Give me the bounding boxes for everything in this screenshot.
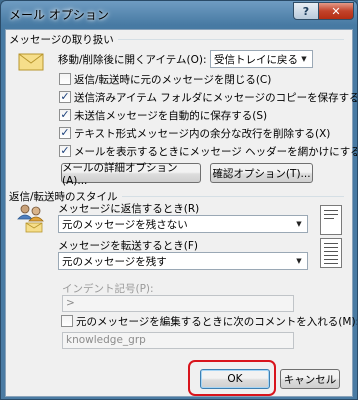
message-handling-group-label: メッセージの取り扱い [9, 32, 118, 47]
reply-style-label: メッセージに返信するとき(R) [58, 203, 200, 215]
reply-style-preview [320, 205, 342, 235]
close-icon: ✕ [331, 4, 341, 18]
help-icon: ? [302, 4, 310, 18]
comment-value: knowledge_grp [66, 334, 146, 346]
forward-style-preview [320, 238, 342, 268]
ok-button-label: OK [227, 373, 243, 385]
remove-line-breaks-checkbox[interactable]: ✓ [59, 127, 71, 139]
chevron-down-icon: ▼ [301, 55, 307, 63]
cancel-button[interactable]: キャンセル [280, 369, 340, 389]
people-reply-icon [17, 204, 44, 233]
comment-checkbox-label: 元のメッセージを編集するときに次のコメントを入れる(M): [76, 316, 358, 328]
envelope-icon [18, 53, 44, 71]
group-divider [114, 39, 344, 40]
mail-options-dialog: メール オプション ? ✕ メッセージの取り扱い 移動/削除後に開くアイテム(O… [0, 0, 358, 400]
advanced-mail-options-button[interactable]: メールの詳細オプション(A)... [61, 162, 201, 187]
indent-prefix-input[interactable]: > [62, 295, 294, 312]
ok-button[interactable]: OK [200, 369, 270, 389]
advanced-mail-options-label: メールの詳細オプション(A)... [62, 161, 178, 187]
save-sent-copy-checkbox[interactable]: ✓ [59, 91, 71, 103]
comment-checkbox[interactable] [61, 315, 73, 327]
reply-style-select[interactable]: 元のメッセージを残さない ▼ [58, 215, 308, 233]
shade-headers-label: メールを表示するときにメッセージ ヘッダーを網かけにする(H) [74, 146, 358, 158]
shade-headers-checkbox[interactable]: ✓ [59, 145, 71, 157]
save-sent-copy-label: 送信済みアイテム フォルダにメッセージのコピーを保存する(V) [74, 92, 358, 104]
tracking-options-button[interactable]: 確認オプション(T)... [210, 163, 313, 183]
forward-style-select[interactable]: 元のメッセージを残す ▼ [58, 252, 308, 270]
forward-style-label: メッセージを転送するとき(F) [58, 240, 199, 252]
chevron-down-icon: ▼ [296, 257, 302, 265]
tracking-options-label: 確認オプション(T)... [212, 167, 311, 180]
title-bar: メール オプション ? ✕ [1, 1, 357, 27]
comment-input[interactable]: knowledge_grp [62, 332, 294, 349]
indent-prefix-label: インデント記号(P): [62, 283, 154, 295]
dialog-client-area: メッセージの取り扱い 移動/削除後に開くアイテム(O): 受信トレイに戻る ▼ … [5, 29, 357, 397]
close-original-label: 返信/転送時に元のメッセージを閉じる(C) [74, 74, 272, 86]
after-move-select[interactable]: 受信トレイに戻る ▼ [210, 50, 313, 68]
chevron-down-icon: ▼ [296, 220, 302, 228]
indent-prefix-value: > [66, 297, 75, 309]
autosave-unsent-checkbox[interactable]: ✓ [59, 109, 71, 121]
forward-style-value: 元のメッセージを残す [62, 255, 167, 268]
close-original-checkbox[interactable] [59, 73, 71, 85]
reply-style-value: 元のメッセージを残さない [62, 218, 188, 231]
close-button[interactable]: ✕ [318, 2, 354, 20]
autosave-unsent-label: 未送信メッセージを自動的に保存する(S) [74, 110, 268, 122]
remove-line-breaks-label: テキスト形式メッセージ内の余分な改行を削除する(X) [74, 128, 331, 140]
after-move-label: 移動/削除後に開くアイテム(O): [58, 54, 207, 66]
cancel-button-label: キャンセル [283, 373, 337, 386]
help-button[interactable]: ? [293, 2, 319, 20]
window-title: メール オプション [9, 8, 109, 22]
group-divider [120, 196, 344, 197]
after-move-value: 受信トレイに戻る [214, 53, 298, 66]
